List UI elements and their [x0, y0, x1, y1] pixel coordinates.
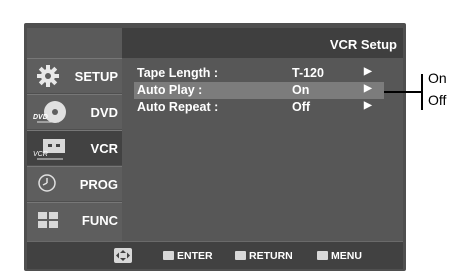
- arrow-right-icon[interactable]: ▶: [364, 83, 372, 94]
- menu-key-icon: [317, 251, 328, 260]
- setting-row-auto-repeat[interactable]: Auto Repeat : Off ▶: [134, 99, 384, 116]
- return-label: RETURN: [249, 250, 293, 262]
- direction-pad-icon: [113, 247, 133, 269]
- setting-label: Auto Play :: [137, 83, 203, 97]
- enter-button[interactable]: ENTER: [163, 250, 213, 262]
- sidebar-item-label: DVD: [90, 105, 118, 120]
- sidebar-item-label: SETUP: [74, 69, 118, 84]
- setting-row-tape-length[interactable]: Tape Length : T-120 ▶: [134, 65, 384, 82]
- callout-bracket: [421, 74, 423, 110]
- settings-panel: Tape Length : T-120 ▶ Auto Play : On ▶ A…: [122, 58, 403, 241]
- setting-label: Tape Length :: [137, 66, 219, 80]
- sidebar-item-func[interactable]: FUNC: [27, 202, 122, 241]
- menu-button[interactable]: MENU: [317, 250, 362, 262]
- sidebar-item-label: PROG: [79, 177, 118, 192]
- footer-bar: ENTER RETURN MENU: [27, 241, 403, 269]
- sidebar-item-setup[interactable]: SETUP: [27, 58, 122, 93]
- sidebar-item-dvd[interactable]: DVD DVD: [27, 94, 122, 129]
- enter-key-icon: [163, 251, 174, 260]
- return-key-icon: [235, 251, 246, 260]
- page-title: VCR Setup: [329, 37, 397, 52]
- title-bar-left: [27, 28, 122, 58]
- title-bar: VCR Setup: [122, 28, 403, 58]
- vcr-icon-text: VCR: [33, 151, 48, 158]
- callout-option-on: On: [428, 70, 447, 86]
- menu-label: MENU: [331, 250, 362, 262]
- setting-label: Auto Repeat :: [137, 100, 219, 114]
- sidebar-item-prog[interactable]: PROG: [27, 166, 122, 201]
- sidebar-item-vcr[interactable]: VCR VCR: [27, 130, 122, 165]
- arrow-right-icon[interactable]: ▶: [364, 100, 372, 111]
- return-button[interactable]: RETURN: [235, 250, 293, 262]
- setting-value: Off: [292, 100, 311, 114]
- setting-row-auto-play[interactable]: Auto Play : On ▶: [134, 82, 384, 99]
- enter-label: ENTER: [177, 250, 213, 262]
- dvd-icon-text: DVD: [33, 114, 48, 121]
- sidebar: SETUP DVD DVD VCR VCR PROG FUNC: [27, 58, 122, 241]
- clock-icon: [35, 172, 61, 201]
- callout-option-off: Off: [428, 92, 447, 108]
- setting-value: T-120: [292, 66, 324, 80]
- gear-icon: [35, 64, 61, 93]
- func-icon: [35, 208, 65, 239]
- arrow-right-icon[interactable]: ▶: [364, 66, 372, 77]
- setting-value: On: [292, 83, 310, 97]
- osd-screen: VCR Setup SETUP DVD DVD VCR VCR PROG FUN…: [24, 23, 406, 271]
- callout-line: [384, 91, 422, 93]
- sidebar-item-label: FUNC: [81, 213, 118, 228]
- sidebar-item-label: VCR: [90, 141, 118, 156]
